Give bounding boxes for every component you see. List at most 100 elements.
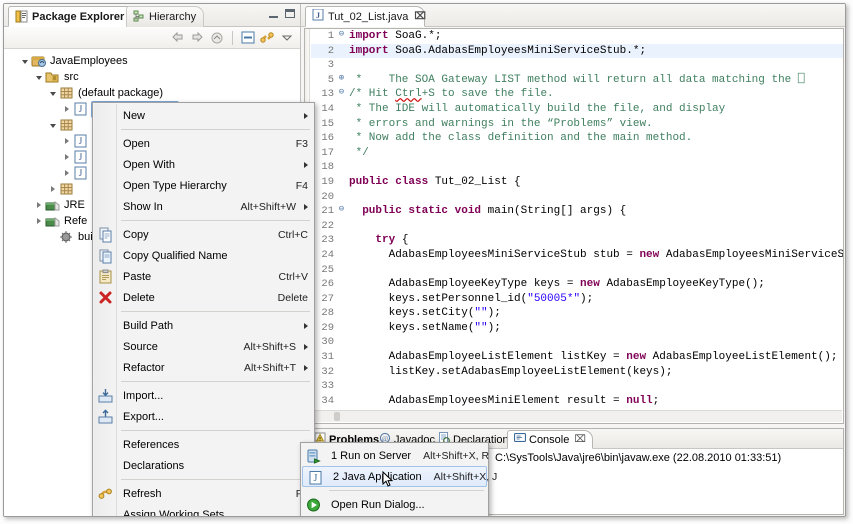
tab-console[interactable]: Console ⌧ [507, 430, 593, 449]
menu-item-source[interactable]: Source Alt+Shift+S [93, 336, 314, 357]
menu-item-copy[interactable]: Copy Ctrl+C [93, 224, 314, 245]
code-token: AdabasEmployeesMiniServiceStub stub = [349, 248, 640, 261]
tab-tut02list-java[interactable]: J Tut_02_List.java ⌧ [305, 6, 426, 27]
menu-item-assign-working-sets[interactable]: Assign Working Sets... [93, 504, 314, 517]
code-token: ); [580, 292, 594, 305]
import-icon [98, 388, 114, 404]
code-line: 25 [311, 263, 843, 278]
menu-item-2-java-application[interactable]: J 2 Java Application Alt+Shift+X, J [302, 466, 497, 487]
code-token: "" [474, 307, 488, 320]
code-line: 1 ⊖ import SoaG.*; [311, 29, 843, 44]
code-line: 29 keys.setName(""); [311, 321, 843, 336]
code-token: /* Hit [349, 88, 396, 101]
tree-item-default-package[interactable]: (default package) [4, 85, 300, 101]
run-as-submenu[interactable]: 1 Run on Server Alt+Shift+X, R J 2 Java App… [300, 442, 497, 516]
code-token: * errors and warnings in the “Problems” … [349, 117, 653, 130]
menu-item-paste[interactable]: Paste Ctrl+V [93, 266, 314, 287]
code-token: +S to save the file. [421, 88, 554, 101]
menu-item-label: Assign Working Sets... [123, 508, 234, 517]
code-token: null [626, 394, 653, 407]
twisty-open-icon[interactable] [32, 71, 45, 83]
twisty-closed-icon[interactable] [60, 151, 73, 163]
copy-icon [98, 227, 114, 243]
menu-item-build-path[interactable]: Build Path [93, 315, 314, 336]
fold-toggle-icon[interactable]: ⊖ [337, 205, 346, 214]
line-number: 13 [321, 88, 334, 101]
tab-hierarchy[interactable]: Hierarchy [126, 6, 204, 27]
menu-item-1-run-on-server[interactable]: 1 Run on Server Alt+Shift+X, R [301, 445, 489, 466]
fold-toggle-icon[interactable]: ⊖ [337, 30, 346, 39]
source-folder-icon [45, 70, 61, 85]
twisty-closed-icon[interactable] [46, 183, 59, 195]
menu-item-label: Copy Qualified Name [123, 249, 228, 262]
java-file-icon: J [73, 166, 89, 181]
code-token: AdabasEmployeeKeyType(); [606, 278, 765, 291]
view-menu-icon[interactable] [279, 29, 296, 46]
tab-label: Console [529, 433, 570, 446]
forward-arrow-icon[interactable] [189, 29, 206, 46]
collapse-all-icon[interactable] [239, 29, 256, 46]
code-token: public static void [362, 205, 488, 218]
code-line: 16 * Now add the class definition and th… [311, 131, 843, 146]
back-arrow-icon[interactable] [169, 29, 186, 46]
menu-item-export[interactable]: Export... [93, 406, 314, 427]
menu-item-declarations[interactable]: Declarations [93, 455, 314, 476]
link-with-editor-icon[interactable] [259, 29, 276, 46]
menu-item-delete[interactable]: Delete Delete [93, 287, 314, 308]
minimize-button[interactable] [269, 9, 278, 18]
code-token: * The SOA Gateway LIST method will retur… [349, 73, 805, 86]
close-icon[interactable]: ⌧ [414, 11, 426, 22]
twisty-open-icon[interactable] [46, 119, 59, 131]
menu-separator [121, 430, 310, 431]
menu-item-open-run-dialog[interactable]: Open Run Dialog... [301, 494, 488, 515]
context-menu[interactable]: New Open F3 Open With Open Type Hierarchy F4 S… [92, 102, 315, 517]
maximize-button[interactable] [285, 9, 295, 18]
menu-item-refactor[interactable]: Refactor Alt+Shift+T [93, 357, 314, 378]
menu-item-copy-qualified-name[interactable]: Copy Qualified Name [93, 245, 314, 266]
java-file-icon: J [73, 102, 89, 117]
run-as-submenu-items[interactable]: 1 Run on Server Alt+Shift+X, R J 2 Java App… [301, 445, 497, 515]
context-menu-items[interactable]: New Open F3 Open With Open Type Hierarchy F4 S… [93, 105, 314, 517]
package-icon [59, 182, 75, 197]
menu-item-open-type-hierarchy[interactable]: Open Type Hierarchy F4 [93, 175, 314, 196]
twisty-closed-icon[interactable] [60, 167, 73, 179]
fold-toggle-icon[interactable]: ⊖ [337, 88, 346, 97]
close-icon[interactable]: ⌧ [574, 434, 586, 445]
code-content[interactable]: 1 ⊖ import SoaG.*; 2 import SoaG.AdabasEmplo… [311, 29, 843, 423]
tree-label: Refe [64, 214, 88, 227]
twisty-closed-icon[interactable] [32, 199, 45, 211]
code-line: 15 * errors and warnings in the “Problem… [311, 117, 843, 132]
menu-item-label: Delete [123, 291, 155, 304]
collapse-up-icon[interactable] [209, 29, 226, 46]
menu-item-label: Paste [123, 270, 152, 283]
menu-item-shortcut: Alt+Shift+X, J [433, 470, 498, 483]
menu-item-show-in[interactable]: Show In Alt+Shift+W [93, 196, 314, 217]
menu-item-import[interactable]: Import... [93, 385, 314, 406]
java-file-icon: J [73, 134, 89, 149]
code-editor[interactable]: 1 ⊖ import SoaG.*; 2 import SoaG.AdabasEmplo… [304, 28, 844, 424]
tree-item-src[interactable]: src [4, 69, 300, 85]
menu-item-label: References [123, 438, 180, 451]
menu-item-open-with[interactable]: Open With [93, 154, 314, 175]
line-number: 3 [327, 59, 334, 72]
code-token: new [580, 278, 607, 291]
menu-item-shortcut: F3 [295, 137, 308, 150]
menu-item-open[interactable]: Open F3 [93, 133, 314, 154]
twisty-closed-icon[interactable] [60, 103, 73, 115]
code-token: main(String[] args) { [487, 205, 627, 218]
fold-toggle-icon[interactable]: ⊕ [337, 73, 346, 83]
tree-item-javaemployees[interactable]: JavaEmployees [4, 53, 300, 69]
java-file-icon: J [73, 150, 89, 165]
twisty-closed-icon[interactable] [60, 135, 73, 147]
scrollbar-thumb[interactable] [334, 412, 340, 421]
menu-item-new[interactable]: New [93, 105, 314, 126]
menu-item-references[interactable]: References [93, 434, 314, 455]
twisty-open-icon[interactable] [18, 55, 31, 67]
menu-item-refresh[interactable]: RefreshF5 [93, 483, 314, 504]
code-line: 20 [311, 190, 843, 205]
tab-package-explorer[interactable]: Package Explorer ⌧ [8, 6, 142, 27]
twisty-closed-icon[interactable] [32, 215, 45, 227]
editor-horizontal-scrollbar[interactable] [306, 410, 842, 422]
twisty-open-icon[interactable] [46, 87, 59, 99]
hierarchy-icon [133, 10, 145, 25]
